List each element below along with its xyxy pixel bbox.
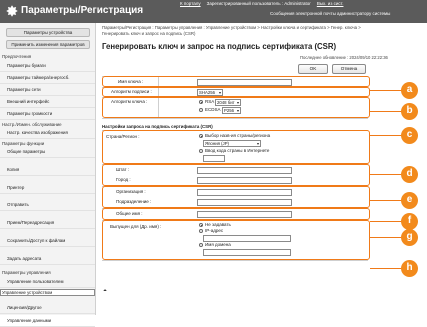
sidebar-item-users[interactable]: Управление пользователем (0, 276, 95, 288)
csr-section-title: Настройки запроса на подпись сертификата… (102, 124, 213, 129)
admin-message-link[interactable]: Сообщения электронной почты администрато… (270, 11, 390, 16)
callout-box-g (102, 208, 370, 220)
sidebar-item-data[interactable]: Управление данными (0, 315, 95, 327)
user-label: Зарегистрированный пользователь : Admini… (206, 1, 311, 6)
ok-button[interactable]: OK (298, 64, 328, 74)
callout-badge-f: f (401, 213, 418, 230)
last-updated: Последнее обновление : 2024/09/10 22:22:… (300, 55, 388, 60)
sidebar-item-volume[interactable]: Параметры громкости (0, 108, 95, 120)
sidebar-section-management: Параметры управления (2, 270, 51, 275)
callout-box-b (102, 87, 370, 97)
gear-icon (6, 5, 18, 17)
portal-link[interactable]: К порталу (180, 1, 201, 8)
callout-badge-b: b (401, 103, 418, 120)
callout-badge-g: g (401, 229, 418, 246)
apply-changes-button[interactable]: Применить изменения параметров (6, 40, 90, 49)
page-title: Генерировать ключ и запрос на подпись се… (102, 42, 337, 51)
sidebar-item-license[interactable]: Лицензия/Другое (0, 302, 95, 314)
callout-box-d (102, 130, 370, 164)
app-title: Параметры/Регистрация (21, 5, 144, 16)
callout-badge-d: d (401, 166, 418, 183)
sidebar-item-device-management[interactable]: Управление устройством (0, 289, 95, 296)
callout-badge-c: c (401, 127, 418, 144)
device-settings-button[interactable]: Параметры устройства (6, 28, 90, 37)
header-links: К порталу Зарегистрированный пользовател… (180, 1, 343, 8)
sidebar-section-preferences: Предпочтения (2, 54, 32, 59)
sidebar-item-copy[interactable]: Копия (0, 164, 95, 176)
callout-box-e (102, 164, 370, 186)
back-to-top-icon[interactable]: ⏶ (103, 288, 107, 294)
sidebar: Параметры устройства Применить изменения… (0, 23, 96, 327)
breadcrumb: Параметры/Регистрация : Параметры управл… (102, 25, 361, 36)
sidebar-item-interface[interactable]: Внешний интерфейс (0, 96, 95, 108)
sidebar-item-image-quality[interactable]: Настр. качества изображения (0, 127, 95, 139)
callout-box-c (102, 97, 370, 118)
callout-badge-a: a (401, 82, 418, 99)
sidebar-item-timer[interactable]: Параметры таймера/энергосб. (0, 72, 95, 84)
callout-box-h (102, 220, 370, 260)
sidebar-item-printer[interactable]: Принтер (0, 182, 95, 194)
callout-box-a (102, 76, 370, 87)
sidebar-item-send[interactable]: Отправить (0, 199, 95, 211)
sidebar-item-destination[interactable]: Задать адресата (0, 253, 95, 265)
callout-box-f (102, 186, 370, 208)
sidebar-item-network[interactable]: Параметры сети (0, 84, 95, 96)
callout-badge-h: h (401, 260, 418, 277)
callout-badge-e: e (401, 192, 418, 209)
row-divider (102, 118, 368, 119)
sidebar-item-receive[interactable]: Прием/Переадресация (0, 217, 95, 229)
app-header: Параметры/Регистрация К порталу Зарегист… (0, 0, 427, 23)
logout-link[interactable]: Вых. из сист. (317, 1, 344, 8)
sidebar-item-store[interactable]: Сохранить/Доступ к файлам (0, 235, 95, 247)
cancel-button[interactable]: Отмена (332, 64, 366, 74)
row-divider (102, 260, 368, 261)
sidebar-item-paper[interactable]: Параметры бумаги (0, 60, 95, 72)
sidebar-item-common[interactable]: Общие параметры (0, 146, 95, 158)
